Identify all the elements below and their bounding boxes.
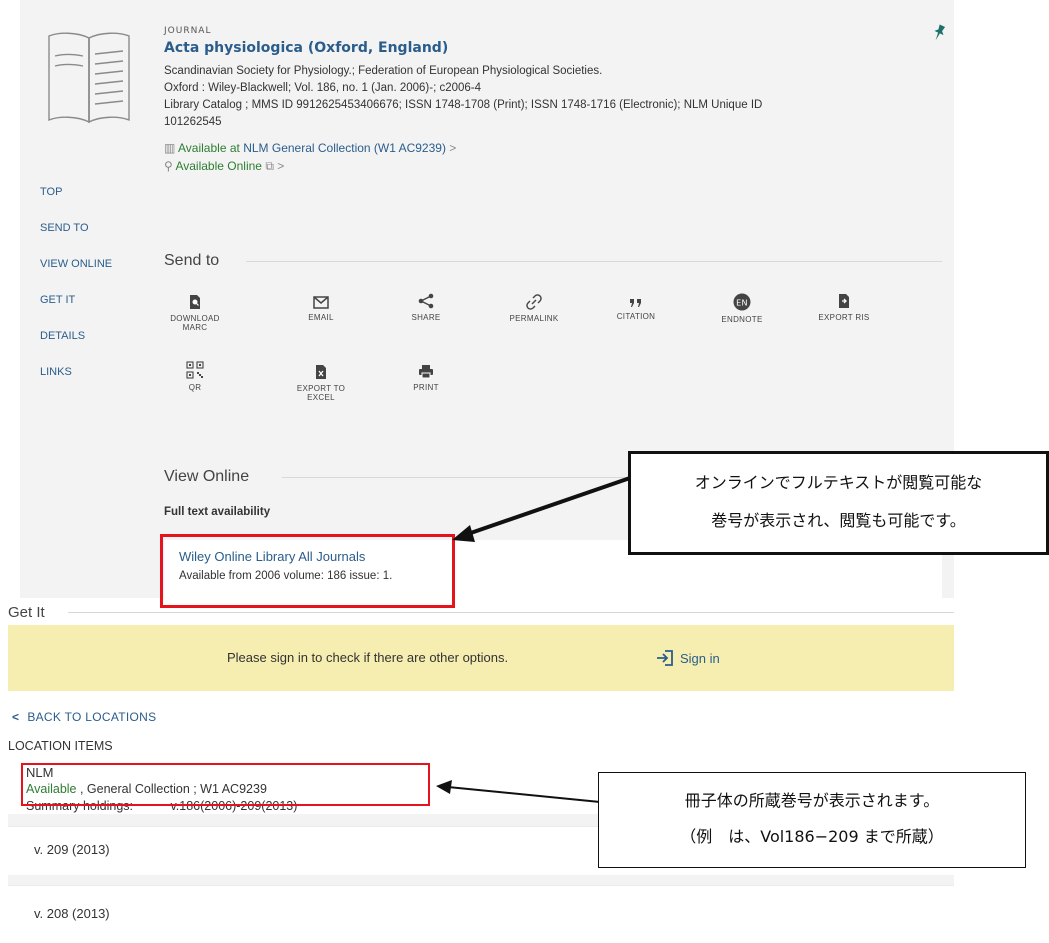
holdings-highlight-box	[21, 763, 430, 806]
available-at-location: NLM General Collection (W1 AC9239)	[243, 141, 446, 155]
nav-get-it[interactable]: GET IT	[40, 294, 75, 306]
signin-link-label: Sign in	[680, 651, 720, 666]
callout-arrow-online	[452, 476, 631, 542]
available-online-line[interactable]: ⚲ Available Online ⧉ >	[164, 159, 284, 174]
view-online-heading: View Online	[164, 468, 250, 485]
record-authors: Scandinavian Society for Physiology.; Fe…	[164, 65, 603, 77]
endnote-badge-text: EN	[736, 299, 748, 308]
export-ris-button[interactable]: EXPORT RIS	[804, 293, 884, 322]
export-excel-button[interactable]: EXPORT TO EXCEL	[281, 364, 361, 402]
download-marc-icon	[190, 295, 200, 309]
share-button[interactable]: SHARE	[386, 293, 466, 322]
get-it-divider	[68, 612, 954, 613]
holdings-callout-line-1: 冊子体の所蔵巻号が表示されます。	[684, 791, 940, 810]
download-marc-button[interactable]: DOWNLOAD MARC	[155, 294, 235, 332]
email-label: EMAIL	[308, 313, 334, 322]
record-catalog-info: Library Catalog ; MMS ID 991262545340667…	[164, 99, 763, 111]
location-items-label: LOCATION ITEMS	[8, 739, 113, 753]
quote-icon	[630, 299, 641, 307]
volume-label: v. 208 (2013)	[34, 906, 110, 921]
online-callout: オンラインでフルテキストが閲覧可能な 巻号が表示され、閲覧も可能です。	[628, 451, 1049, 555]
file-export-icon	[839, 294, 849, 308]
signin-link[interactable]: Sign in	[656, 650, 720, 666]
citation-button[interactable]: CITATION	[596, 298, 676, 321]
available-at-prefix: Available at	[178, 141, 240, 155]
excel-file-icon	[316, 365, 326, 379]
export-ris-label: EXPORT RIS	[818, 313, 870, 322]
get-it-heading: Get It	[8, 604, 45, 621]
print-button[interactable]: PRINT	[386, 364, 466, 392]
endnote-label: ENDNOTE	[721, 315, 763, 324]
chevron-left-icon: <	[12, 710, 20, 724]
available-at-line[interactable]: ▥ Available at NLM General Collection (W…	[164, 141, 456, 155]
online-highlight-box	[160, 534, 455, 608]
chevron-right-icon: >	[449, 141, 457, 155]
chevron-right-icon: >	[277, 159, 285, 173]
permalink-button[interactable]: PERMALINK	[494, 294, 574, 323]
qr-button[interactable]: QR	[175, 361, 215, 392]
holdings-callout-line-2: （例 は、Vol186−209 まで所蔵）	[680, 827, 944, 846]
online-callout-line-1: オンラインでフルテキストが閲覧可能な	[694, 473, 983, 492]
back-to-locations-label: BACK TO LOCATIONS	[27, 710, 157, 724]
nav-details[interactable]: DETAILS	[40, 330, 85, 342]
share-icon	[418, 293, 434, 309]
download-marc-label-2: MARC	[182, 323, 208, 332]
external-link-icon: ⧉	[265, 159, 274, 173]
full-text-availability-label: Full text availability	[164, 506, 271, 518]
back-to-locations-link[interactable]: < BACK TO LOCATIONS	[12, 710, 156, 724]
share-label: SHARE	[411, 313, 441, 322]
link-icon: ⚲	[164, 159, 173, 173]
record-type-label: JOURNAL	[164, 26, 212, 36]
nav-links[interactable]: LINKS	[40, 366, 72, 378]
email-button[interactable]: EMAIL	[281, 296, 361, 322]
sign-in-icon	[657, 650, 673, 666]
qr-label: QR	[188, 383, 202, 392]
qr-code-icon	[186, 361, 204, 379]
record-title[interactable]: Acta physiologica (Oxford, England)	[164, 40, 448, 56]
endnote-button[interactable]: EN ENDNOTE	[702, 293, 782, 324]
nav-view-online[interactable]: VIEW ONLINE	[40, 258, 112, 270]
volume-label: v. 209 (2013)	[34, 842, 110, 857]
permalink-label: PERMALINK	[509, 314, 559, 323]
nav-send-to[interactable]: SEND TO	[40, 222, 89, 234]
record-nlm-unique-id: 101262545	[164, 116, 222, 128]
export-excel-label-1: EXPORT TO	[296, 384, 346, 393]
send-to-divider	[246, 261, 942, 262]
available-online-label: Available Online	[175, 159, 262, 173]
printer-icon	[419, 365, 433, 379]
envelope-icon	[313, 296, 329, 309]
send-to-heading: Send to	[164, 252, 220, 269]
book-open-icon: ▥	[164, 141, 176, 155]
callout-arrow-holdings	[436, 780, 601, 803]
print-label: PRINT	[413, 383, 439, 392]
volume-row[interactable]	[8, 885, 954, 943]
record-publisher: Oxford : Wiley-Blackwell; Vol. 186, no. …	[164, 82, 482, 94]
export-excel-label-2: EXCEL	[307, 393, 335, 402]
signin-message: Please sign in to check if there are oth…	[227, 650, 509, 665]
link-icon	[526, 294, 542, 310]
endnote-icon: EN	[733, 293, 751, 311]
download-marc-label-1: DOWNLOAD	[170, 314, 220, 323]
pin-icon[interactable]	[932, 24, 946, 42]
citation-label: CITATION	[616, 312, 656, 321]
journal-book-icon	[48, 32, 130, 124]
online-callout-line-2: 巻号が表示され、閲覧も可能です。	[711, 511, 966, 530]
nav-top[interactable]: TOP	[40, 186, 62, 198]
holdings-callout: 冊子体の所蔵巻号が表示されます。 （例 は、Vol186−209 まで所蔵）	[598, 772, 1026, 868]
